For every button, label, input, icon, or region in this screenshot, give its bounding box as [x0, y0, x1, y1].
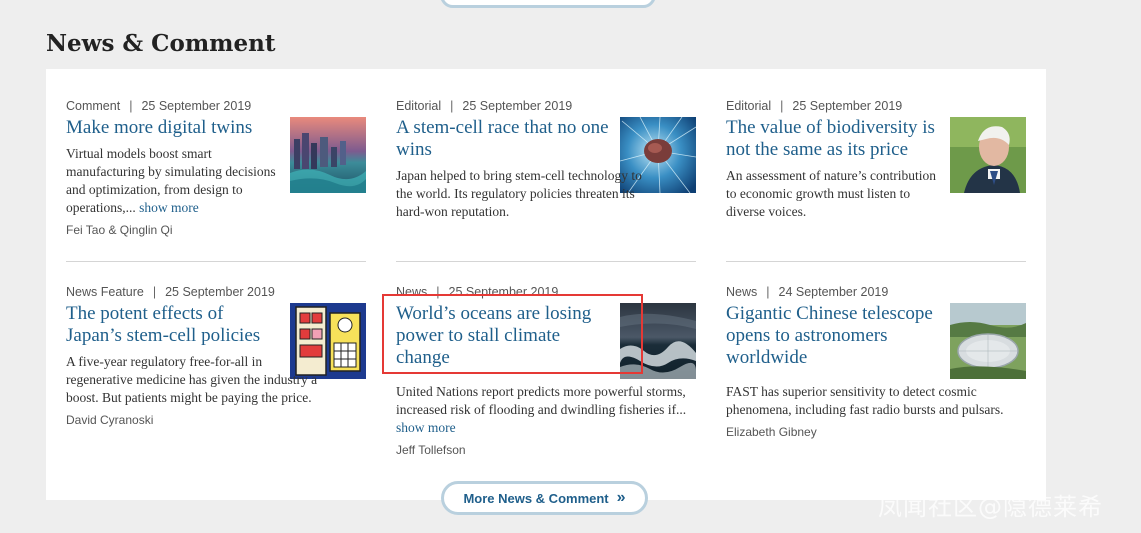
article-date: 25 September 2019 — [792, 99, 903, 113]
article-date: 25 September 2019 — [448, 285, 559, 299]
city-digital-twin-image — [290, 117, 366, 193]
article-headline[interactable]: World’s oceans are losing power to stall… — [396, 303, 610, 369]
top-button-edge[interactable] — [440, 0, 656, 8]
more-news-button[interactable]: More News & Comment » — [441, 481, 648, 515]
article-summary: Japan helped to bring stem-cell technolo… — [396, 168, 642, 219]
article-date: 25 September 2019 — [165, 285, 275, 299]
article-thumbnail[interactable] — [620, 303, 696, 379]
article-type: Comment — [66, 99, 121, 113]
article-author: Jeff Tollefson — [396, 443, 466, 457]
article-headline[interactable]: The value of biodiversity is not the sam… — [726, 117, 940, 161]
article-card: Editorial | 25 September 2019 A stem-cell … — [396, 97, 696, 221]
radio-telescope-dish-image — [950, 303, 1026, 379]
article-headline[interactable]: The potent effects of Japan’s stem-cell … — [66, 303, 280, 347]
article-headline[interactable]: A stem-cell race that no one wins — [396, 117, 610, 161]
article-thumbnail[interactable] — [290, 117, 366, 193]
meta-separator: | — [766, 285, 770, 299]
article-card: News | 25 September 2019 World’s oceans ar… — [396, 261, 696, 457]
article-author: Elizabeth Gibney — [726, 425, 817, 439]
show-more-link[interactable]: show more — [396, 420, 456, 435]
article-thumbnail[interactable] — [950, 303, 1026, 379]
watermark: 凤闻社区@隐德莱希 — [878, 493, 1103, 521]
stormy-ocean-image — [620, 303, 696, 379]
summary-text: United Nations report predicts more powe… — [396, 384, 687, 417]
article-summary: Virtual models boost smart manufacturing… — [66, 145, 280, 217]
article-headline[interactable]: Make more digital twins — [66, 117, 280, 139]
article-meta: Comment | 25 September 2019 — [66, 97, 366, 115]
article-thumbnail[interactable] — [950, 117, 1026, 193]
article-date: 24 September 2019 — [778, 285, 889, 299]
article-author: Fei Tao & Qinglin Qi — [66, 223, 173, 237]
article-type: News — [396, 285, 428, 299]
news-panel: Comment | 25 September 2019 Make more digi… — [46, 69, 1046, 500]
show-more-link[interactable]: show more — [139, 200, 199, 215]
meta-separator: | — [780, 99, 784, 113]
article-card: Editorial | 25 September 2019 The value of… — [726, 97, 1026, 221]
meta-separator: | — [129, 99, 133, 113]
article-meta: News | 25 September 2019 — [396, 283, 696, 301]
article-meta: Editorial | 25 September 2019 — [726, 97, 1026, 115]
article-type: News — [726, 285, 758, 299]
meta-separator: | — [436, 285, 440, 299]
article-thumbnail[interactable] — [290, 303, 366, 379]
article-type: Editorial — [396, 99, 442, 113]
portrait-elderly-man-image — [950, 117, 1026, 193]
illustration-cabinets-image — [290, 303, 366, 379]
double-chevron-right-icon: » — [616, 489, 626, 506]
article-summary: An assessment of nature’s contribution t… — [726, 168, 936, 219]
article-meta: News | 24 September 2019 — [726, 283, 1026, 301]
article-summary: FAST has superior sensitivity to detect … — [726, 384, 1004, 417]
meta-separator: | — [152, 285, 157, 299]
article-type: Editorial — [726, 99, 772, 113]
meta-separator: | — [450, 99, 454, 113]
article-meta: Editorial | 25 September 2019 — [396, 97, 696, 115]
article-summary: United Nations report predicts more powe… — [396, 383, 696, 437]
article-headline[interactable]: Gigantic Chinese telescope opens to astr… — [726, 303, 940, 369]
article-date: 25 September 2019 — [462, 99, 573, 113]
article-card: News Feature | 25 September 2019 The poten… — [66, 261, 366, 427]
article-author: David Cyranoski — [66, 413, 154, 427]
article-card: Comment | 25 September 2019 Make more digi… — [66, 97, 366, 237]
section-title: News & Comment — [46, 30, 276, 57]
article-date: 25 September 2019 — [141, 99, 252, 113]
article-meta: News Feature | 25 September 2019 — [66, 283, 366, 301]
article-type: News Feature — [66, 285, 144, 299]
article-card: News | 24 September 2019 Gigantic Chinese … — [726, 261, 1026, 439]
more-news-label: More News & Comment — [463, 490, 609, 506]
